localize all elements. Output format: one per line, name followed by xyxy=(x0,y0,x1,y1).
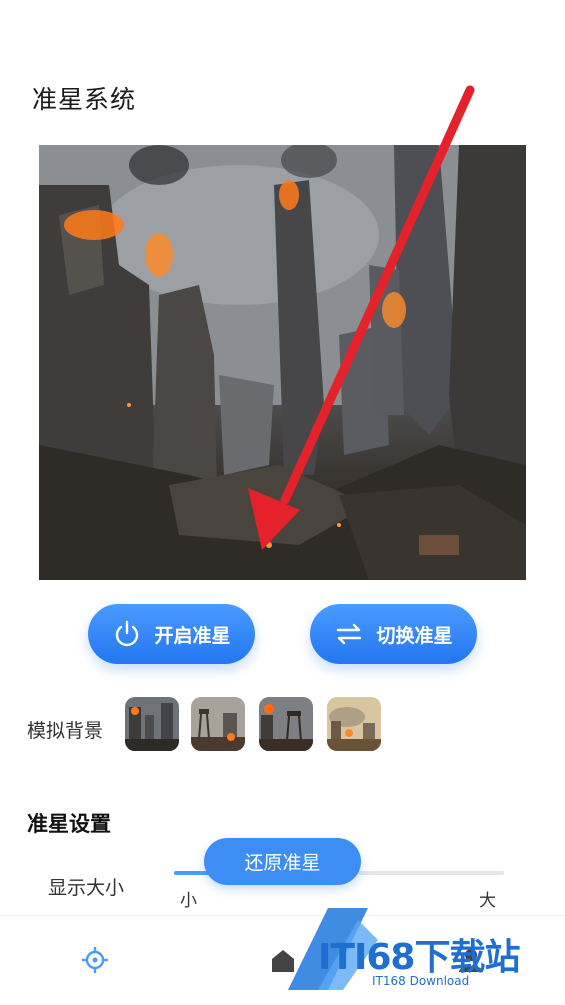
swap-icon xyxy=(337,623,362,645)
switch-crosshair-label: 切换准星 xyxy=(376,624,453,647)
crosshair-icon[interactable] xyxy=(80,945,110,975)
background-thumbnail[interactable] xyxy=(125,697,179,751)
enable-crosshair-button[interactable]: 开启准星 xyxy=(88,604,255,664)
crosshair-preview-image xyxy=(39,145,526,580)
watermark-subtext: IT168 Download xyxy=(372,974,470,988)
background-thumbnail[interactable] xyxy=(191,697,245,751)
watermark-text: ITI68下载站 xyxy=(318,937,520,978)
background-label: 模拟背景 xyxy=(27,720,104,742)
crosshair-settings-title: 准星设置 xyxy=(27,812,111,836)
background-thumbnail[interactable] xyxy=(259,697,313,751)
power-icon xyxy=(116,620,139,647)
page-title: 准星系统 xyxy=(32,85,137,114)
background-thumbnail[interactable] xyxy=(327,697,381,751)
display-size-label: 显示大小 xyxy=(48,877,125,899)
enable-crosshair-label: 开启准星 xyxy=(154,624,231,647)
switch-crosshair-button[interactable]: 切换准星 xyxy=(310,604,477,664)
size-min-label: 小 xyxy=(180,891,197,911)
restore-crosshair-button[interactable]: 还原准星 xyxy=(204,838,361,885)
